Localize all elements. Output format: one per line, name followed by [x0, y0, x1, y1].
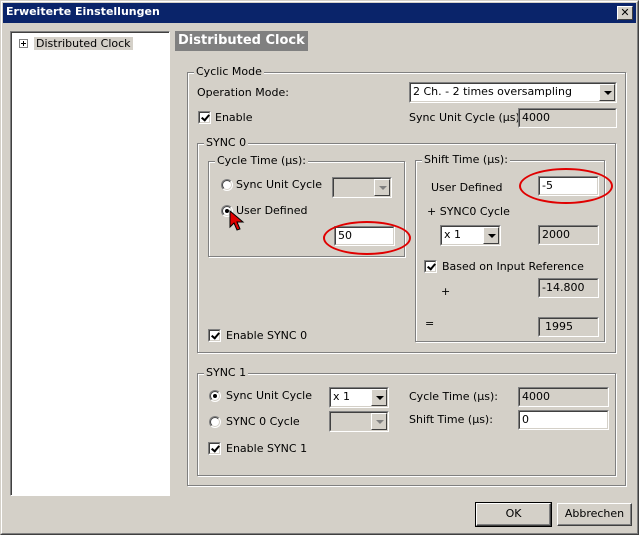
highlight-ellipse	[323, 221, 411, 255]
field-frame	[519, 411, 608, 429]
equals-label: =	[425, 317, 435, 330]
sync0-group-label: SYNC 0	[204, 136, 249, 150]
sync1-shift-time-label: Shift Time (µs):	[409, 413, 493, 426]
sync1-sync-unit-radio[interactable]	[209, 390, 221, 402]
chevron-down-icon[interactable]	[599, 84, 615, 101]
operation-mode-label: Operation Mode:	[197, 86, 289, 99]
sync0-cycle-label: + SYNC0 Cycle	[427, 205, 510, 218]
plus-icon[interactable]	[19, 38, 28, 48]
window-title: Erweiterte Einstellungen	[6, 5, 160, 18]
tree-item-label: Distributed Clock	[34, 36, 133, 50]
enable-sync1-checkbox[interactable]	[208, 442, 221, 455]
ok-button[interactable]: OK	[475, 502, 552, 527]
close-icon: ✕	[620, 6, 630, 19]
based-on-input-label: Based on Input Reference	[442, 260, 584, 273]
sync-unit-cycle-value: 4000	[522, 111, 550, 124]
based-on-input-checkbox[interactable]	[424, 260, 437, 273]
cancel-button[interactable]: Abbrechen	[557, 503, 632, 526]
enable-sync0-checkbox[interactable]	[208, 329, 221, 342]
shift-result-field: 1995	[538, 317, 599, 337]
cycle-time-group-label: Cycle Time (µs):	[215, 154, 308, 168]
enable-sync0-label: Enable SYNC 0	[226, 329, 308, 342]
enable-checkbox[interactable]	[198, 111, 211, 124]
tree-item-distributed-clock[interactable]: Distributed Clock	[19, 35, 133, 51]
title-bar[interactable]: Erweiterte Einstellungen ✕	[3, 3, 636, 23]
cycle-sync-unit-select[interactable]	[332, 177, 392, 198]
shift-result-value: 1995	[545, 320, 573, 333]
sync1-group-label: SYNC 1	[204, 366, 249, 380]
close-button[interactable]: ✕	[617, 6, 633, 20]
chevron-down-icon[interactable]	[374, 179, 390, 196]
chevron-down-icon[interactable]	[371, 389, 387, 406]
sync0-cycle-value: 2000	[542, 228, 570, 241]
cycle-user-defined-label: User Defined	[236, 204, 308, 217]
shift-multiplier-value: x 1	[444, 228, 462, 241]
sync1-sync-unit-label: Sync Unit Cycle	[226, 389, 312, 402]
shift-multiplier-select[interactable]: x 1	[440, 225, 501, 246]
input-reference-field: -14.800	[538, 278, 599, 298]
checkmark-icon	[199, 112, 210, 123]
sync-unit-cycle-field: 4000	[518, 108, 617, 128]
chevron-down-icon[interactable]	[371, 413, 387, 430]
input-reference-value: -14.800	[542, 281, 585, 294]
highlight-ellipse	[519, 168, 613, 204]
button-frame	[477, 504, 550, 525]
enable-label: Enable	[215, 111, 253, 124]
sync1-shift-time-value: 0	[522, 413, 529, 426]
checkmark-icon	[209, 330, 220, 341]
chevron-down-icon[interactable]	[483, 227, 499, 244]
sync1-sync0-cycle-label: SYNC 0 Cycle	[226, 415, 300, 428]
shift-time-group-label: Shift Time (µs):	[422, 153, 510, 167]
checkmark-icon	[425, 261, 436, 272]
operation-mode-select[interactable]: 2 Ch. - 2 times oversampling	[409, 82, 617, 103]
checkmark-icon	[209, 443, 220, 454]
sync1-multiplier-value: x 1	[333, 390, 351, 403]
button-frame	[558, 504, 631, 525]
panel-title: Distributed Clock	[175, 31, 308, 51]
cyclic-mode-group-label: Cyclic Mode	[194, 65, 264, 79]
cycle-sync-unit-label: Sync Unit Cycle	[236, 178, 322, 191]
tree-frame	[11, 32, 169, 495]
sync1-sync0-cycle-select[interactable]	[329, 411, 389, 432]
mouse-cursor-icon	[229, 210, 245, 231]
sync1-cycle-time-field: 4000	[518, 387, 609, 407]
navigation-tree[interactable]: Distributed Clock	[10, 31, 170, 496]
sync1-shift-time-input[interactable]: 0	[518, 410, 609, 430]
sync1-cycle-time-value: 4000	[522, 390, 550, 403]
sync0-cycle-field: 2000	[538, 225, 599, 245]
sync1-sync0-cycle-radio[interactable]	[209, 416, 221, 428]
shift-user-defined-label: User Defined	[431, 181, 503, 194]
enable-sync1-label: Enable SYNC 1	[226, 442, 308, 455]
sync1-cycle-time-label: Cycle Time (µs):	[409, 390, 498, 403]
dialog-window: Erweiterte Einstellungen ✕ Distributed C…	[0, 0, 639, 535]
operation-mode-value: 2 Ch. - 2 times oversampling	[413, 85, 572, 98]
sync-unit-cycle-label: Sync Unit Cycle (µs):	[409, 111, 524, 124]
plus-label: +	[441, 285, 451, 298]
sync1-multiplier-select[interactable]: x 1	[329, 387, 389, 408]
cycle-sync-unit-radio[interactable]	[221, 179, 233, 191]
